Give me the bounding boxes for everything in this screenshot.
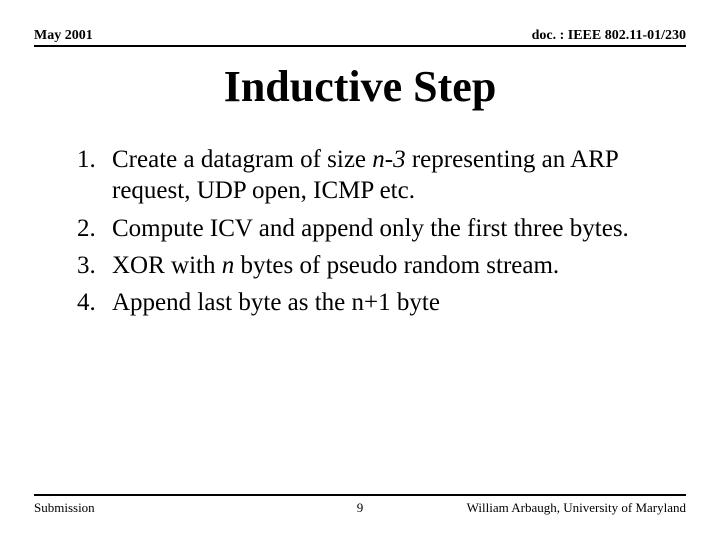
header-bar: May 2001 doc. : IEEE 802.11-01/230	[34, 28, 686, 47]
list-text: Append last byte as the n+1 byte	[112, 289, 440, 316]
var-n: n	[222, 252, 235, 279]
page-title: Inductive Step	[34, 61, 686, 112]
var-n3: n-3	[372, 146, 405, 173]
list-item: Create a datagram of size n-3 representi…	[102, 144, 676, 207]
list-text: Compute ICV and append only the first th…	[112, 215, 629, 242]
list-text: Create a datagram of size	[112, 146, 372, 173]
footer-page: 9	[34, 500, 686, 516]
header-date: May 2001	[34, 28, 93, 44]
list-item: Append last byte as the n+1 byte	[102, 287, 676, 318]
steps-list: Create a datagram of size n-3 representi…	[34, 144, 686, 318]
list-text: bytes of pseudo random stream.	[234, 252, 559, 279]
list-item: XOR with n bytes of pseudo random stream…	[102, 250, 676, 281]
slide: May 2001 doc. : IEEE 802.11-01/230 Induc…	[0, 0, 720, 540]
footer-bar: Submission 9 William Arbaugh, University…	[34, 500, 686, 516]
header-docref: doc. : IEEE 802.11-01/230	[532, 28, 686, 44]
list-item: Compute ICV and append only the first th…	[102, 213, 676, 244]
list-text: XOR with	[112, 252, 222, 279]
footer-rule	[34, 494, 686, 496]
